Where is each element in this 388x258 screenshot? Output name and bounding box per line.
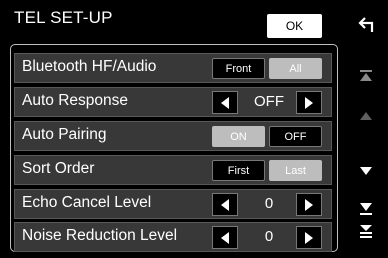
- auto-pairing-off-button[interactable]: OFF: [269, 126, 322, 147]
- page-title: TEL SET-UP: [14, 8, 113, 27]
- echo-cancel-increase-button[interactable]: [296, 193, 322, 216]
- ok-button[interactable]: OK: [267, 14, 322, 38]
- sort-last-button[interactable]: Last: [269, 160, 322, 181]
- scroll-down-icon[interactable]: [359, 166, 373, 176]
- bluetooth-front-button[interactable]: Front: [212, 58, 265, 79]
- triangle-right-icon: [305, 96, 313, 109]
- setting-label: Sort Order: [22, 160, 95, 177]
- page-bottom-icon[interactable]: [359, 225, 373, 239]
- auto-response-increase-button[interactable]: [296, 91, 322, 114]
- auto-response-decrease-button[interactable]: [212, 91, 238, 114]
- setting-label: Auto Pairing: [22, 126, 107, 143]
- setting-label: Noise Reduction Level: [22, 227, 178, 244]
- triangle-left-icon: [221, 231, 229, 244]
- echo-cancel-value: 0: [264, 195, 274, 212]
- back-button[interactable]: [355, 11, 379, 37]
- page-down-icon[interactable]: [359, 203, 373, 215]
- setting-label: Bluetooth HF/Audio: [22, 58, 157, 75]
- noise-reduction-increase-button[interactable]: [296, 226, 322, 249]
- triangle-right-icon: [305, 198, 313, 211]
- setting-row-bluetooth-hf-audio: Bluetooth HF/Audio Front All: [14, 53, 332, 83]
- auto-pairing-on-button[interactable]: ON: [212, 126, 265, 147]
- setting-label: Echo Cancel Level: [22, 194, 152, 211]
- setting-row-auto-response: Auto Response OFF: [14, 87, 332, 117]
- setting-row-noise-reduction-level: Noise Reduction Level 0: [14, 222, 332, 252]
- setting-row-echo-cancel-level: Echo Cancel Level 0: [14, 189, 332, 219]
- page-top-icon[interactable]: [359, 70, 373, 82]
- scroll-up-icon[interactable]: [359, 111, 373, 121]
- return-arrow-icon: [358, 17, 374, 32]
- setting-row-sort-order: Sort Order First Last: [14, 155, 332, 185]
- setting-label: Auto Response: [22, 92, 128, 109]
- auto-response-value: OFF: [254, 93, 284, 110]
- noise-reduction-decrease-button[interactable]: [212, 226, 238, 249]
- noise-reduction-value: 0: [264, 228, 274, 245]
- bluetooth-all-button[interactable]: All: [269, 58, 322, 79]
- setting-row-auto-pairing: Auto Pairing ON OFF: [14, 121, 332, 151]
- triangle-left-icon: [221, 198, 229, 211]
- echo-cancel-decrease-button[interactable]: [212, 193, 238, 216]
- sort-first-button[interactable]: First: [212, 160, 265, 181]
- triangle-right-icon: [305, 231, 313, 244]
- triangle-left-icon: [221, 96, 229, 109]
